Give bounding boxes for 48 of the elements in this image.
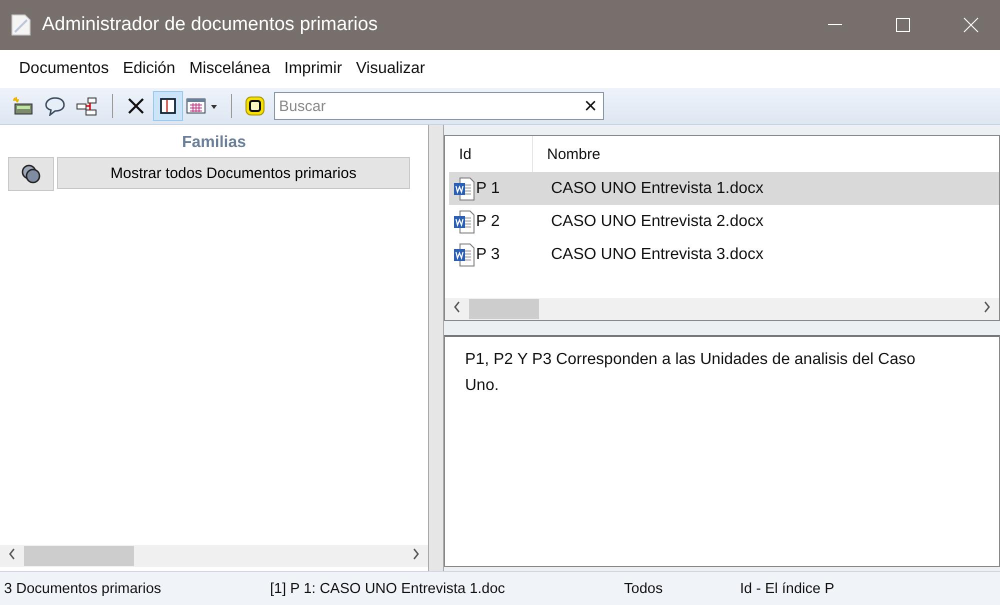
panel-title: Familias bbox=[180, 133, 248, 153]
table-row[interactable]: P 3 CASO UNO Entrevista 3.docx bbox=[449, 238, 999, 271]
minimize-icon bbox=[828, 24, 842, 26]
table-row[interactable]: P 1 CASO UNO Entrevista 1.docx bbox=[449, 172, 999, 205]
status-text: [1] P 1: CASO UNO Entrevista 1.doc bbox=[269, 580, 506, 596]
scroll-left-icon[interactable] bbox=[8, 548, 16, 560]
table-cell: P 2 bbox=[476, 212, 500, 230]
scroll-right-icon[interactable] bbox=[412, 548, 420, 560]
families-button[interactable] bbox=[8, 157, 54, 191]
search-field[interactable]: Buscar × bbox=[274, 92, 604, 120]
window-title: Administrador de documentos primarios bbox=[42, 14, 378, 36]
menu-item[interactable]: Visualizar bbox=[349, 60, 432, 78]
word-document-icon bbox=[453, 242, 475, 266]
scrollbar-thumb[interactable] bbox=[469, 299, 539, 319]
document-icon bbox=[10, 13, 32, 37]
status-text: Id - El índice P bbox=[739, 580, 834, 596]
table-cell-text: CASO UNO Entrevista 2.docx bbox=[550, 212, 764, 230]
menu-item[interactable]: Miscelánea bbox=[182, 60, 278, 78]
column-header[interactable]: Nombre bbox=[533, 146, 600, 162]
table-cell-text: CASO UNO Entrevista 3.docx bbox=[550, 246, 764, 264]
maximize-icon bbox=[896, 18, 910, 32]
status-text: 3 Documentos primarios bbox=[3, 580, 162, 596]
panel-icon bbox=[159, 97, 177, 115]
toolbar-button[interactable] bbox=[153, 91, 183, 121]
clear-button[interactable]: × bbox=[578, 95, 603, 117]
menu-item[interactable]: Edición bbox=[116, 60, 182, 78]
speech-bubble-icon bbox=[44, 96, 66, 116]
overlapping-circles-icon bbox=[21, 164, 41, 184]
scrollbar-thumb[interactable] bbox=[24, 546, 134, 566]
word-document-icon bbox=[453, 176, 475, 200]
comment-text[interactable]: P1, P2 Y P3 Corresponden a las Unidades de analisis del Caso Uno. bbox=[444, 335, 1000, 567]
show-all-button[interactable]: Mostrar todos Documentos primarios bbox=[57, 157, 410, 189]
scroll-left-icon[interactable] bbox=[453, 301, 461, 313]
status-text: Todos bbox=[623, 580, 664, 596]
menu-item[interactable]: Imprimir bbox=[277, 60, 350, 78]
table-cell: P 3 bbox=[476, 246, 500, 264]
rounded-square-icon bbox=[244, 95, 266, 117]
tree-icon bbox=[76, 96, 98, 116]
grid-icon bbox=[186, 96, 220, 116]
delete-icon bbox=[126, 96, 146, 116]
table-cell: P 1 bbox=[476, 180, 500, 198]
close-icon bbox=[963, 17, 979, 33]
new-item-icon bbox=[12, 96, 34, 116]
table-row[interactable]: P 2 CASO UNO Entrevista 2.docx bbox=[449, 205, 999, 238]
scroll-right-icon[interactable] bbox=[983, 301, 991, 313]
table-cell-text: CASO UNO Entrevista 1.docx bbox=[550, 180, 764, 198]
menu-item[interactable]: Documentos bbox=[12, 60, 116, 78]
word-document-icon bbox=[453, 210, 475, 234]
